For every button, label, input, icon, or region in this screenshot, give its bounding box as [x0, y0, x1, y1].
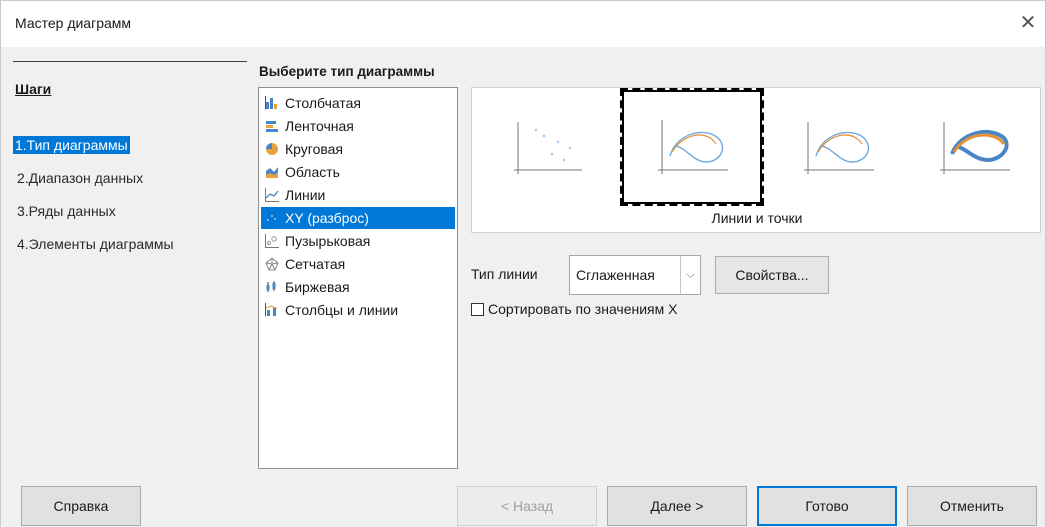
variant-lines-only[interactable]	[764, 92, 904, 204]
title-bar: Мастер диаграмм ✕	[1, 1, 1045, 47]
chart-type-label: Линии	[285, 187, 326, 203]
chart-type-item[interactable]: Биржевая	[261, 276, 455, 298]
step-data-range[interactable]: 2.Диапазон данных	[15, 169, 145, 187]
help-button[interactable]: Справка	[21, 486, 141, 526]
steps-heading: Шаги	[15, 81, 52, 97]
properties-button[interactable]: Свойства...	[715, 256, 829, 294]
chart-type-heading: Выберите тип диаграммы	[259, 64, 435, 79]
back-button[interactable]: < Назад	[457, 486, 597, 526]
step-chart-type[interactable]: 1.Тип диаграммы	[13, 136, 130, 154]
bubble-chart-icon	[265, 234, 279, 248]
chart-type-item[interactable]: Пузырьковая	[261, 230, 455, 252]
chart-type-label: Сетчатая	[285, 256, 346, 272]
close-icon: ✕	[1019, 12, 1037, 34]
chart-type-item[interactable]: Область	[261, 161, 455, 183]
step-data-series[interactable]: 3.Ряды данных	[15, 202, 118, 220]
line-chart-icon	[265, 188, 279, 202]
column-line-icon	[265, 303, 278, 317]
chart-type-item[interactable]: Круговая	[261, 138, 455, 160]
chart-type-label: Круговая	[285, 141, 344, 157]
steps-divider	[13, 61, 247, 62]
chart-type-item[interactable]: Линии	[261, 184, 455, 206]
chart-type-item[interactable]: Столбцы и линии	[261, 299, 455, 321]
sort-by-x-checkbox[interactable]: Сортировать по значениям X	[471, 301, 678, 317]
chart-variant-panel: Линии и точки	[471, 87, 1041, 233]
checkbox-icon[interactable]	[471, 302, 484, 316]
net-chart-icon	[265, 257, 279, 271]
scatter-chart-icon	[267, 215, 276, 221]
chart-type-label: Биржевая	[285, 279, 350, 295]
chart-type-label: Столбцы и линии	[285, 302, 399, 318]
variant-points-only[interactable]	[478, 92, 618, 204]
chart-type-label: Столбчатая	[285, 95, 361, 111]
variant-3d-lines[interactable]	[900, 92, 1040, 204]
variant-caption: Линии и точки	[711, 210, 803, 226]
sort-by-x-label: Сортировать по значениям X	[488, 301, 678, 317]
chart-type-item[interactable]: Ленточная	[261, 115, 455, 137]
stock-chart-icon	[266, 281, 276, 292]
chart-type-label: Ленточная	[285, 118, 354, 134]
lines-only-preview-icon	[804, 122, 874, 174]
chart-type-item[interactable]: Сетчатая	[261, 253, 455, 275]
window-title: Мастер диаграмм	[15, 15, 132, 31]
chart-type-item-selected[interactable]: XY (разброс)	[261, 207, 455, 229]
step-chart-elements[interactable]: 4.Элементы диаграммы	[15, 235, 176, 253]
line-type-value: Сглаженная	[576, 267, 655, 283]
line-type-label: Тип линии	[471, 266, 538, 282]
chevron-down-icon[interactable]: ⌵	[680, 256, 700, 294]
cancel-button[interactable]: Отменить	[907, 486, 1037, 526]
variant-points-and-lines[interactable]	[620, 88, 764, 206]
bar-chart-icon	[265, 96, 277, 110]
pie-chart-icon	[266, 143, 278, 155]
chart-type-list[interactable]: Столбчатая Ленточная Круговая Область Ли…	[258, 87, 458, 469]
chart-type-item[interactable]: Столбчатая	[261, 92, 455, 114]
points-lines-preview-icon	[658, 120, 728, 174]
line-type-dropdown[interactable]: Сглаженная ⌵	[569, 255, 701, 295]
3d-lines-preview-icon	[940, 122, 1010, 174]
finish-button[interactable]: Готово	[757, 486, 897, 526]
chart-wizard-dialog: Мастер диаграмм ✕ Шаги 1.Тип диаграммы 2…	[0, 0, 1046, 527]
chart-type-label: Пузырьковая	[285, 233, 371, 249]
horizontal-bar-icon	[266, 121, 278, 132]
chart-type-label: Область	[285, 164, 340, 180]
points-only-preview-icon	[514, 122, 582, 174]
chart-type-label: XY (разброс)	[285, 210, 369, 226]
next-button[interactable]: Далее >	[607, 486, 747, 526]
area-chart-icon	[266, 167, 278, 178]
close-button[interactable]: ✕	[1013, 9, 1043, 39]
